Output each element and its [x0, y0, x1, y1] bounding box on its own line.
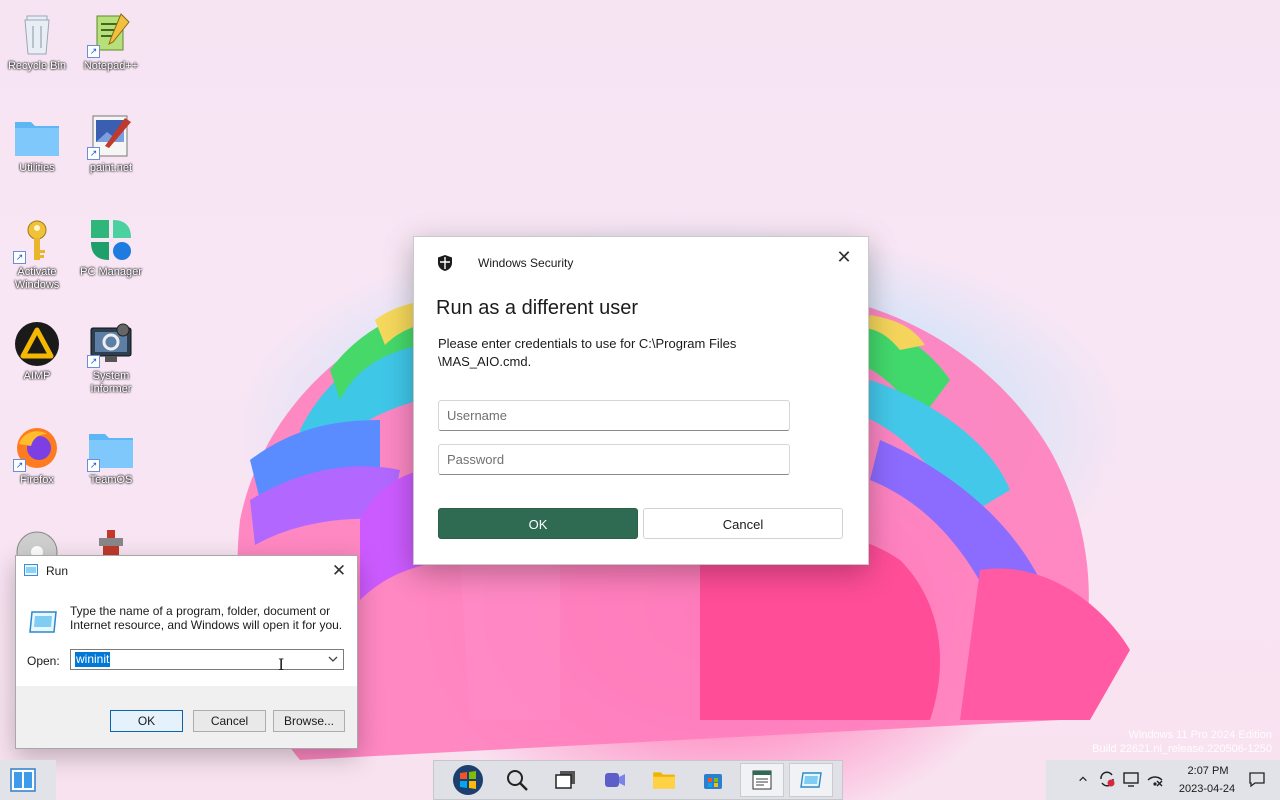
network-icon[interactable]: [1146, 770, 1164, 788]
start-button[interactable]: [446, 763, 490, 797]
folder-icon: ↗: [87, 424, 135, 472]
run-titlebar: Run ✕: [16, 556, 357, 586]
run-cancel-button[interactable]: Cancel: [193, 710, 266, 732]
system-tray: [1046, 760, 1280, 800]
key-icon: ↗: [13, 216, 61, 264]
desktop-icon-aimp[interactable]: AIMP: [0, 320, 74, 383]
shortcut-arrow-icon: ↗: [87, 459, 100, 472]
run-body: Type the name of a program, folder, docu…: [16, 586, 357, 686]
folder-icon: [13, 112, 61, 160]
password-input[interactable]: [438, 444, 790, 475]
task-view-icon: [555, 771, 575, 789]
cancel-button[interactable]: Cancel: [643, 508, 843, 539]
run-program-icon: [29, 611, 57, 633]
desktop-icon-label: Activate Windows: [14, 266, 60, 291]
close-button[interactable]: ✕: [832, 245, 856, 269]
recycle-bin-icon: [13, 10, 61, 58]
notepad-window-button[interactable]: [740, 763, 784, 797]
open-input-value[interactable]: wininit: [75, 652, 111, 667]
desktop-icon-activate-windows[interactable]: ↗ Activate Windows: [0, 216, 74, 292]
desktop-icon-label: AIMP: [23, 370, 51, 382]
desktop-icon-notepad-plus-plus[interactable]: ↗ Notepad++: [74, 10, 148, 73]
notepad-window-icon: [752, 770, 772, 790]
microsoft-store-button[interactable]: [691, 763, 735, 797]
desktop-icon-label: System Informer: [90, 370, 132, 395]
desktop-icon-label: Firefox: [20, 474, 54, 486]
microsoft-store-icon: [704, 774, 722, 789]
notepad-plus-plus-icon: ↗: [87, 10, 135, 58]
aimp-icon: [13, 320, 61, 368]
shortcut-arrow-icon: ↗: [13, 251, 26, 264]
teams-chat-button[interactable]: [593, 763, 637, 797]
chevron-up-icon[interactable]: [1074, 770, 1092, 788]
run-description: Type the name of a program, folder, docu…: [70, 604, 343, 632]
paint-net-icon: ↗: [87, 112, 135, 160]
clock-time[interactable]: 2:07 PM: [1182, 765, 1234, 777]
run-dialog: Run ✕ Type the name of a program, folder…: [15, 555, 358, 749]
watermark-line-1: Windows 11 Pro 2024 Edition: [1128, 729, 1273, 741]
search-icon: [507, 770, 528, 791]
taskbar-left: [0, 760, 56, 800]
run-window-icon: [800, 772, 822, 788]
display-icon[interactable]: [1122, 770, 1140, 788]
dialog-header: Windows Security: [436, 253, 573, 273]
desktop-icon-label: Notepad++: [83, 60, 139, 72]
desktop-icon-system-informer[interactable]: ↗ System Informer: [74, 320, 148, 396]
desktop-icon-label: TeamOS: [89, 474, 133, 486]
run-ok-button[interactable]: OK: [110, 710, 183, 732]
dialog-app-name: Windows Security: [478, 256, 574, 270]
username-input[interactable]: [438, 400, 790, 431]
firefox-icon: ↗: [13, 424, 61, 472]
task-view-button[interactable]: [544, 763, 588, 797]
text-cursor-icon: I: [278, 655, 285, 674]
clock-date[interactable]: 2023-04-24: [1174, 783, 1240, 795]
pc-manager-icon: [87, 216, 135, 264]
file-explorer-button[interactable]: [642, 763, 686, 797]
desktop-icon-teamos[interactable]: ↗ TeamOS: [74, 424, 148, 487]
run-icon: [24, 564, 38, 576]
watermark-line-2: Build 22621.ni_release.220506-1250: [1092, 743, 1272, 755]
windows-watermark: Windows 11 Pro 2024 Edition Build 22621.…: [1092, 728, 1272, 756]
close-button[interactable]: ✕: [327, 559, 351, 583]
search-button[interactable]: [495, 763, 539, 797]
close-icon: ✕: [331, 561, 347, 580]
shortcut-arrow-icon: ↗: [87, 45, 100, 58]
system-informer-icon: ↗: [87, 320, 135, 368]
shortcut-arrow-icon: ↗: [87, 355, 100, 368]
shortcut-arrow-icon: ↗: [87, 147, 100, 160]
shortcut-arrow-icon: ↗: [13, 459, 26, 472]
sync-icon[interactable]: [1098, 770, 1116, 788]
desktop-icon-recycle-bin[interactable]: Recycle Bin: [0, 10, 74, 73]
notification-icon[interactable]: [1248, 770, 1266, 788]
dialog-title: Run as a different user: [436, 297, 638, 319]
desktop-icon-label: paint.net: [89, 162, 133, 174]
shield-icon: [438, 255, 452, 271]
chevron-down-icon[interactable]: [327, 653, 339, 665]
desktop-icon-utilities[interactable]: Utilities: [0, 112, 74, 175]
desktop-icon-label: Utilities: [19, 162, 55, 174]
close-icon: ✕: [836, 247, 852, 267]
start-icon: [453, 765, 483, 795]
desktop-icon-label: Recycle Bin: [7, 60, 67, 72]
open-combobox[interactable]: wininit: [70, 649, 344, 670]
desktop-icon-label: PC Manager: [80, 266, 142, 278]
desktop-icon-firefox[interactable]: ↗ Firefox: [0, 424, 74, 487]
desktop-icon-paint-net[interactable]: ↗ paint.net: [74, 112, 148, 175]
desktop-icon-pc-manager[interactable]: PC Manager: [74, 216, 148, 279]
desktop-switch-icon[interactable]: [10, 768, 36, 792]
open-label: Open:: [27, 654, 60, 668]
run-window-button[interactable]: [789, 763, 833, 797]
dialog-message: Please enter credentials to use for C:\P…: [438, 336, 737, 369]
run-title: Run: [46, 564, 69, 578]
run-browse-button[interactable]: Browse...: [273, 710, 345, 732]
ok-button[interactable]: OK: [438, 508, 638, 539]
taskbar-apps: [433, 760, 843, 800]
teams-chat-icon: [605, 773, 625, 787]
file-explorer-icon: [653, 772, 675, 789]
windows-security-dialog: Windows Security ✕ Run as a different us…: [413, 236, 869, 565]
